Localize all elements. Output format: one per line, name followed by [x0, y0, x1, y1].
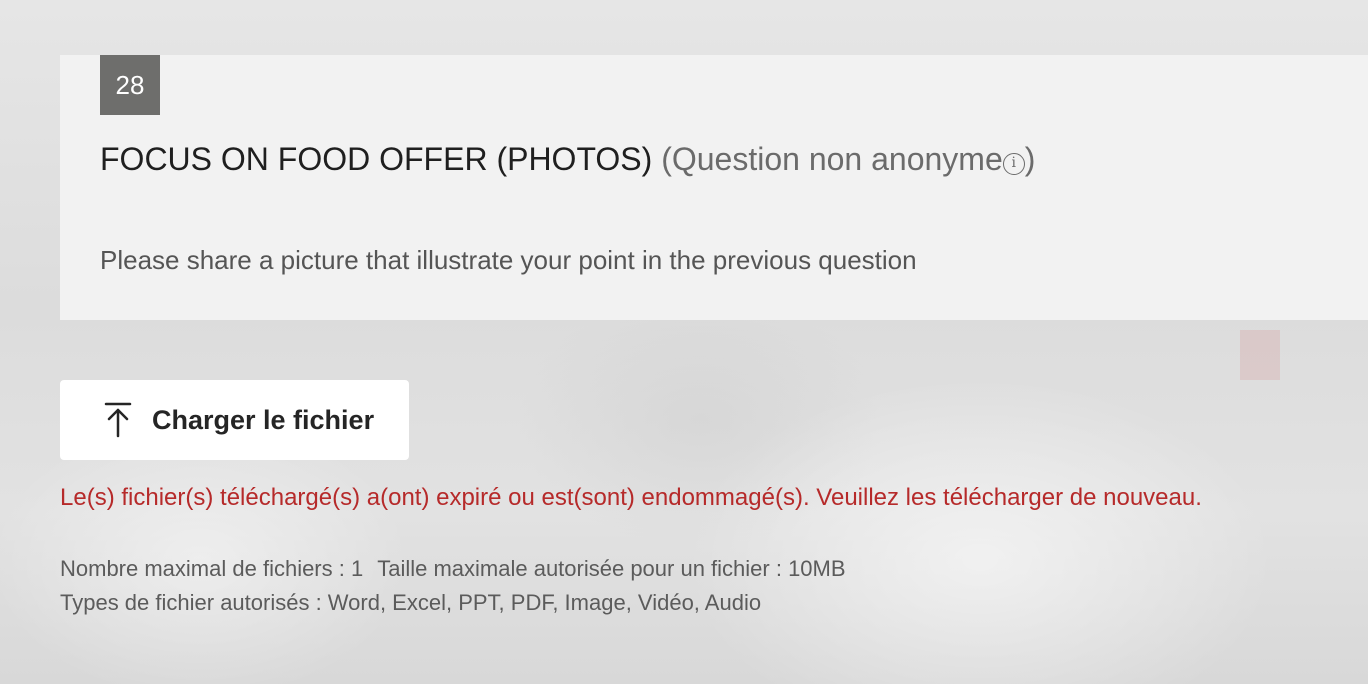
max-files-text: Nombre maximal de fichiers : 1 — [60, 556, 364, 581]
question-title: FOCUS ON FOOD OFFER (PHOTOS) (Question n… — [100, 139, 1035, 179]
upload-error-message: Le(s) fichier(s) téléchargé(s) a(ont) ex… — [60, 484, 1202, 511]
question-card: 28 FOCUS ON FOOD OFFER (PHOTOS) (Questio… — [60, 55, 1368, 320]
upload-file-button[interactable]: Charger le fichier — [60, 380, 409, 460]
limits-line-1: Nombre maximal de fichiers : 1 Taille max… — [60, 552, 846, 586]
upload-limits: Nombre maximal de fichiers : 1 Taille max… — [60, 552, 846, 620]
allowed-types-text: Types de fichier autorisés : Word, Excel… — [60, 590, 762, 615]
question-number-badge: 28 — [100, 55, 160, 115]
question-anonymity-note: (Question non anonyme i) — [661, 141, 1035, 177]
anonymity-note-text: (Question non anonyme — [661, 141, 1003, 177]
question-subtitle: Please share a picture that illustrate y… — [100, 245, 917, 275]
max-size-text: Taille maximale autorisée pour un fichie… — [377, 556, 846, 581]
anonymity-note-close: ) — [1024, 141, 1036, 177]
upload-file-label: Charger le fichier — [152, 404, 375, 435]
upload-arrow-icon — [104, 402, 132, 438]
question-title-text: FOCUS ON FOOD OFFER (PHOTOS) — [100, 141, 653, 177]
background-detail — [1240, 330, 1280, 380]
info-icon[interactable]: i — [1002, 153, 1025, 175]
